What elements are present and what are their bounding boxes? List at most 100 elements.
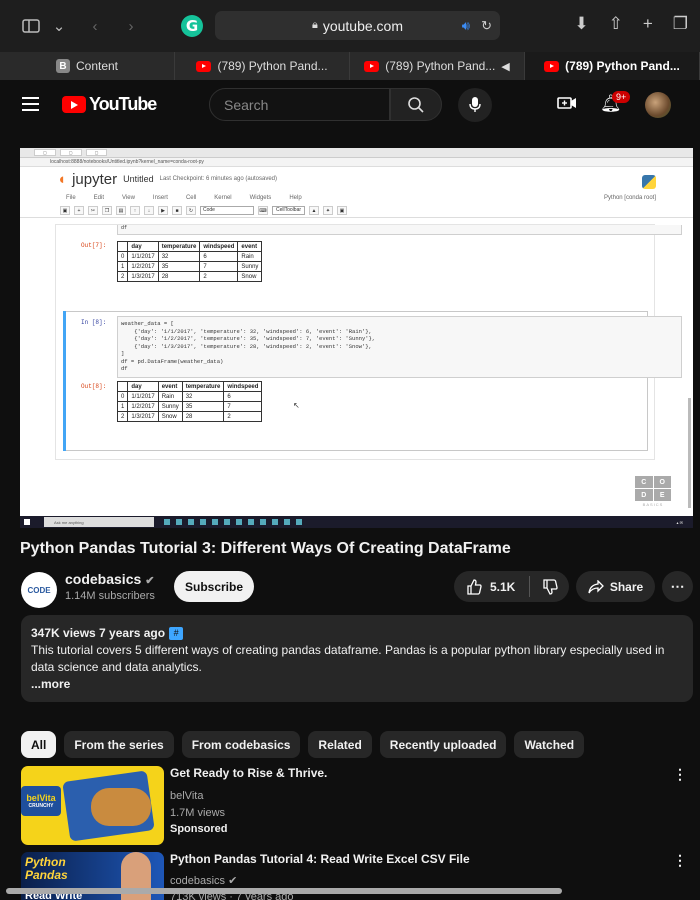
- tab-content[interactable]: B Content: [0, 52, 175, 80]
- col-header: windspeed: [223, 381, 263, 392]
- table-cell: 32: [157, 251, 201, 262]
- brand-sub: CRUNCHY: [28, 803, 54, 809]
- table-cell: Rain: [237, 251, 263, 262]
- notification-badge: 9+: [612, 91, 631, 103]
- video-player[interactable]: ▢ ▢ ▢ localhost:8888/notebooks/Untitled.…: [20, 148, 693, 528]
- out7-label: Out[7]:: [81, 242, 107, 249]
- description-box[interactable]: 347K views 7 years ago # This tutorial co…: [21, 615, 693, 702]
- forward-icon[interactable]: ›: [120, 15, 142, 37]
- audio-playing-icon[interactable]: 🔊︎: [462, 18, 470, 34]
- table-cell: 1/2/2017: [127, 401, 159, 412]
- table-cell: 7: [199, 261, 239, 272]
- youtube-logo[interactable]: YouTube: [62, 94, 157, 115]
- rec-channel-name[interactable]: codebasics: [170, 875, 225, 887]
- grammarly-icon[interactable]: G: [181, 15, 203, 37]
- chip-recently-uploaded[interactable]: Recently uploaded: [379, 731, 507, 758]
- rec-channel[interactable]: codebasics ✔︎: [170, 874, 237, 887]
- kernel-name: Python [conda root]: [603, 194, 656, 201]
- avatar[interactable]: [645, 92, 671, 118]
- table-row: 2 1/3/2017 28 2 Snow: [116, 271, 263, 282]
- out8-label: Out[8]:: [81, 383, 107, 390]
- code-cell: weather_data = [ {'day': '1/1/2017', 'te…: [117, 316, 682, 378]
- upload-icon: ▲: [309, 206, 320, 215]
- more-vert-icon[interactable]: ⋮: [673, 852, 687, 869]
- sidebar-toggle-icon[interactable]: [20, 15, 42, 37]
- channel-name[interactable]: codebasics ✔︎: [65, 571, 154, 587]
- like-dislike-group: 5.1K: [454, 571, 569, 602]
- menu-file: File: [66, 194, 76, 201]
- col-header: [116, 381, 129, 392]
- tab-label: (789) Python Pand...: [565, 59, 680, 73]
- speaker-icon[interactable]: ◀: [501, 60, 509, 73]
- back-icon[interactable]: ‹: [84, 15, 106, 37]
- chevron-down-icon[interactable]: ⌄: [48, 15, 70, 37]
- channel-avatar[interactable]: CODE: [21, 572, 57, 608]
- windows-taskbar: Ask me anything ▴ ✉: [20, 516, 693, 528]
- chip-from-codebasics[interactable]: From codebasics: [181, 731, 301, 758]
- more-vert-icon[interactable]: ⋮: [673, 766, 687, 783]
- chip-related[interactable]: Related: [308, 731, 372, 758]
- subscribe-button[interactable]: Subscribe: [174, 571, 254, 602]
- download-icon[interactable]: ⬇︎: [574, 14, 588, 34]
- rec-title[interactable]: Get Ready to Rise & Thrive.: [170, 766, 327, 780]
- rec-title[interactable]: Python Pandas Tutorial 4: Read Write Exc…: [170, 852, 470, 866]
- system-tray: ▴ ✉: [676, 519, 683, 525]
- rec-channel[interactable]: belVita: [170, 790, 203, 802]
- table-row: 0 1/1/2017 Rain 32 6: [116, 391, 263, 402]
- voice-search-button[interactable]: [458, 88, 492, 122]
- tab-overview-icon[interactable]: ❐: [673, 14, 688, 34]
- table-cell: 28: [157, 271, 201, 282]
- keyboard-icon: ⌨: [258, 206, 268, 215]
- tab-python-pandas-active[interactable]: (789) Python Pand...: [525, 52, 700, 80]
- tab-python-pandas-1[interactable]: (789) Python Pand...: [175, 52, 350, 80]
- description-text: This tutorial covers 5 different ways of…: [31, 643, 665, 674]
- filter-chips: All From the series From codebasics Rela…: [21, 731, 585, 758]
- table-cell: Sunny: [157, 401, 183, 412]
- like-button[interactable]: 5.1K: [454, 576, 530, 597]
- table-cell: 1: [116, 401, 129, 412]
- search-button[interactable]: [390, 88, 442, 121]
- youtube-icon: [196, 60, 212, 72]
- channel-name-text[interactable]: codebasics: [65, 571, 141, 587]
- table-cell: 0: [116, 391, 129, 402]
- video-title: Python Pandas Tutorial 3: Different Ways…: [20, 540, 511, 557]
- chip-watched[interactable]: Watched: [514, 731, 585, 758]
- menu-edit: Edit: [93, 194, 105, 201]
- address-bar[interactable]: 🔒︎ youtube.com 🔊︎ ↻: [215, 11, 500, 40]
- create-icon[interactable]: [557, 95, 577, 116]
- search-input[interactable]: Search: [209, 88, 390, 121]
- rec-views: 1.7M views: [170, 807, 226, 819]
- restart-icon: ↻: [186, 206, 196, 215]
- run-icon: ▶: [158, 206, 168, 215]
- more-actions-button[interactable]: ⋯: [662, 571, 693, 602]
- col-header: event: [237, 241, 263, 252]
- share-arrow-icon: [588, 579, 604, 593]
- reload-icon[interactable]: ↻: [481, 18, 492, 34]
- move-up-icon: ↑: [130, 206, 140, 215]
- table-cell: 6: [199, 251, 239, 262]
- show-more-link[interactable]: ...more: [31, 676, 683, 693]
- dataframe-output-2: day event temperature windspeed 0 1/1/201…: [116, 381, 263, 422]
- chip-all[interactable]: All: [21, 731, 57, 758]
- add-cell-icon: +: [74, 206, 84, 215]
- thumbs-down-icon: [542, 578, 558, 595]
- verified-icon: ✔︎: [228, 875, 238, 887]
- search-placeholder: Search: [224, 96, 269, 113]
- recommendation-item[interactable]: belVita CRUNCHY Get Ready to Rise & Thri…: [21, 766, 693, 846]
- tab-python-pandas-2[interactable]: (789) Python Pand... ◀: [350, 52, 525, 80]
- brand-letter: C: [635, 476, 653, 488]
- share-button[interactable]: Share: [576, 571, 655, 602]
- ad-thumbnail[interactable]: belVita CRUNCHY: [21, 766, 164, 845]
- new-tab-icon[interactable]: +: [643, 14, 653, 34]
- chip-from-series[interactable]: From the series: [64, 731, 174, 758]
- youtube-wordmark: YouTube: [89, 94, 157, 114]
- menu-icon[interactable]: [22, 97, 39, 111]
- thumb-text: Python Pandas: [25, 855, 68, 882]
- biscuit-image: [91, 788, 151, 826]
- dislike-button[interactable]: [530, 578, 569, 595]
- b-icon: B: [55, 59, 70, 73]
- horizontal-scrollbar[interactable]: [6, 888, 562, 894]
- hashtag-badge[interactable]: #: [169, 627, 184, 641]
- share-icon[interactable]: ⇧: [609, 14, 623, 34]
- menu-insert: Insert: [152, 194, 168, 201]
